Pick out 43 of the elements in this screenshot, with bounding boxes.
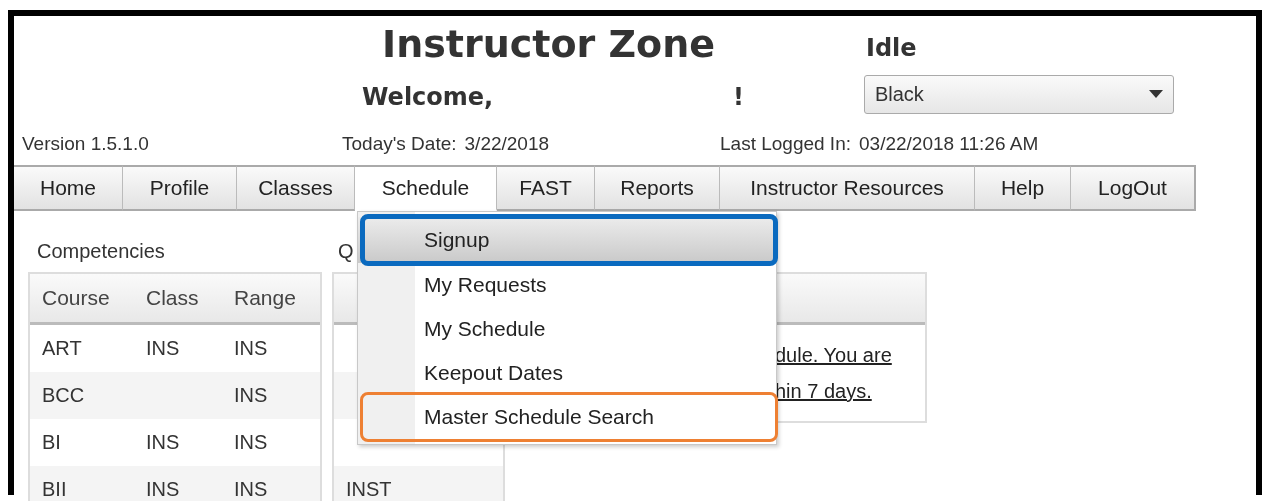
table-cell-text: ART [42, 337, 83, 360]
table-cell-text: INS [146, 431, 181, 454]
date-label: Today's Date: [342, 132, 457, 155]
column-header: Range [234, 286, 297, 310]
status-label: Idle [866, 34, 917, 62]
table-cell-text: BI [42, 431, 62, 454]
nav-tab[interactable]: Profile [123, 165, 237, 211]
welcome-text: Welcome, [362, 83, 494, 111]
table-cell-text: INS [146, 337, 181, 360]
theme-dropdown[interactable]: Black [863, 74, 1174, 114]
panel-title: Q [338, 240, 354, 262]
nav-tab[interactable]: LogOut [1071, 165, 1196, 211]
version-text: Version 1.5.1.0 [22, 132, 149, 155]
menu-item[interactable]: My Requests [358, 263, 776, 307]
last-login-value: 03/22/2018 11:26 AM [859, 132, 1039, 155]
table-cell-text: BCC [42, 384, 86, 407]
table-cell-text: INS [234, 384, 269, 407]
column-header: Course [42, 286, 111, 310]
notice-link[interactable]: dule. You are [775, 337, 892, 373]
last-login-label: Last Logged In: [720, 132, 851, 155]
menu-item[interactable]: Master Schedule Search [358, 395, 776, 439]
table-cell-text: BII [42, 478, 68, 501]
panel-title: Competencies [37, 240, 165, 262]
caret-icon [1148, 90, 1163, 98]
table-cell-text: INS [234, 431, 269, 454]
column-header: Class [146, 286, 200, 310]
page-title: Instructor Zone [382, 22, 716, 66]
nav-tab[interactable]: Reports [595, 165, 720, 211]
table-cell-text: INS [146, 478, 181, 501]
menu-item[interactable]: My Schedule [358, 307, 776, 351]
menu-item[interactable]: Signup [358, 217, 776, 263]
nav-tab[interactable]: Home [14, 165, 123, 211]
exclamation-text: ! [733, 83, 744, 111]
nav-tab[interactable]: Instructor Resources [720, 165, 975, 211]
table-cell-text: INST [346, 478, 393, 501]
nav-tab[interactable]: Schedule [355, 165, 497, 211]
table-cell-text: INS [234, 478, 269, 501]
nav-tab[interactable]: Help [975, 165, 1071, 211]
table-cell-text: INS [234, 337, 269, 360]
nav-tab[interactable]: Classes [237, 165, 355, 211]
nav-tab[interactable]: FAST [497, 165, 595, 211]
menu-item[interactable]: Keepout Dates [358, 351, 776, 395]
date-value: 3/22/2018 [464, 132, 550, 155]
